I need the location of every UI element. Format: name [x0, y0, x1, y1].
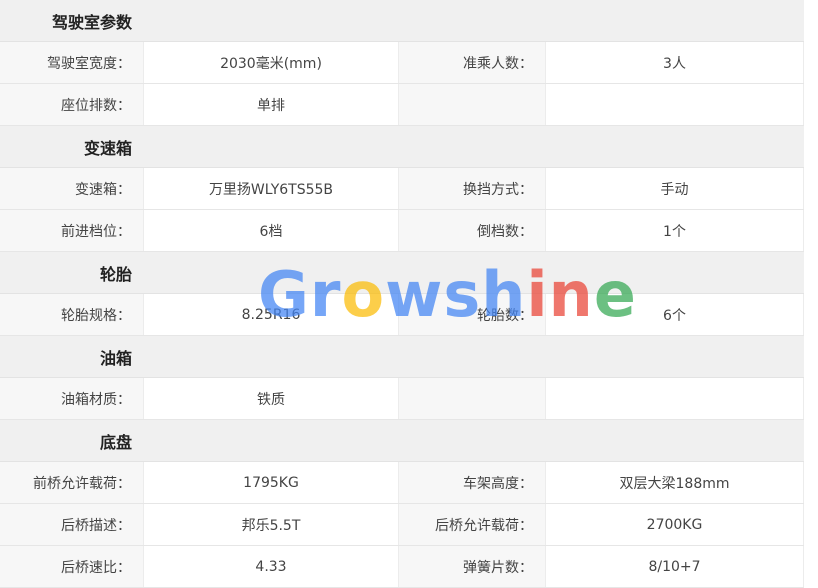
spec-value: 邦乐5.5T [143, 504, 399, 545]
section-title: 驾驶室参数 [51, 12, 132, 32]
spec-value: 双层大梁188mm [545, 462, 804, 503]
spec-value [545, 378, 804, 419]
spec-label: 座位排数： [0, 84, 143, 125]
spec-value: 2030毫米(mm) [143, 42, 399, 83]
table-row: 后桥速比： 4.33 弹簧片数： 8/10+7 [0, 546, 804, 588]
spec-value: 手动 [545, 168, 804, 209]
section-title: 油箱 [99, 348, 132, 368]
spec-value: 万里扬WLY6TS55B [143, 168, 399, 209]
right-gutter [804, 0, 818, 585]
spec-label: 换挡方式： [399, 168, 545, 209]
spec-label: 变速箱： [0, 168, 143, 209]
section-header-gearbox: 变速箱 [0, 126, 804, 168]
table-row: 变速箱： 万里扬WLY6TS55B 换挡方式： 手动 [0, 168, 804, 210]
spec-label: 后桥描述： [0, 504, 143, 545]
section-title: 变速箱 [83, 138, 132, 158]
spec-value: 8/10+7 [545, 546, 804, 587]
spec-label: 轮胎数： [399, 294, 545, 335]
spec-label: 前桥允许载荷： [0, 462, 143, 503]
spec-value: 1795KG [143, 462, 399, 503]
section-title: 轮胎 [99, 264, 132, 284]
spec-value: 2700KG [545, 504, 804, 545]
table-row: 油箱材质： 铁质 [0, 378, 804, 420]
spec-value [545, 84, 804, 125]
spec-value: 4.33 [143, 546, 399, 587]
spec-value: 3人 [545, 42, 804, 83]
spec-value: 6个 [545, 294, 804, 335]
section-header-chassis: 底盘 [0, 420, 804, 462]
spec-label: 弹簧片数： [399, 546, 545, 587]
spec-table: 驾驶室参数 驾驶室宽度： 2030毫米(mm) 准乘人数： 3人 座位排数： 单… [0, 0, 804, 588]
spec-value: 6档 [143, 210, 399, 251]
table-row: 驾驶室宽度： 2030毫米(mm) 准乘人数： 3人 [0, 42, 804, 84]
table-row: 轮胎规格： 8.25R16 轮胎数： 6个 [0, 294, 804, 336]
table-row: 前桥允许载荷： 1795KG 车架高度： 双层大梁188mm [0, 462, 804, 504]
spec-label [399, 378, 545, 419]
table-row: 前进档位： 6档 倒档数： 1个 [0, 210, 804, 252]
spec-value: 单排 [143, 84, 399, 125]
section-header-cab: 驾驶室参数 [0, 0, 804, 42]
spec-label: 后桥允许载荷： [399, 504, 545, 545]
spec-value: 铁质 [143, 378, 399, 419]
spec-label: 后桥速比： [0, 546, 143, 587]
spec-label: 轮胎规格： [0, 294, 143, 335]
table-row: 后桥描述： 邦乐5.5T 后桥允许载荷： 2700KG [0, 504, 804, 546]
spec-value: 8.25R16 [143, 294, 399, 335]
spec-label: 准乘人数： [399, 42, 545, 83]
spec-value: 1个 [545, 210, 804, 251]
section-header-tires: 轮胎 [0, 252, 804, 294]
spec-label: 倒档数： [399, 210, 545, 251]
spec-label [399, 84, 545, 125]
section-header-fuel-tank: 油箱 [0, 336, 804, 378]
spec-label: 驾驶室宽度： [0, 42, 143, 83]
section-title: 底盘 [99, 432, 132, 452]
spec-label: 车架高度： [399, 462, 545, 503]
spec-label: 油箱材质： [0, 378, 143, 419]
spec-label: 前进档位： [0, 210, 143, 251]
table-row: 座位排数： 单排 [0, 84, 804, 126]
